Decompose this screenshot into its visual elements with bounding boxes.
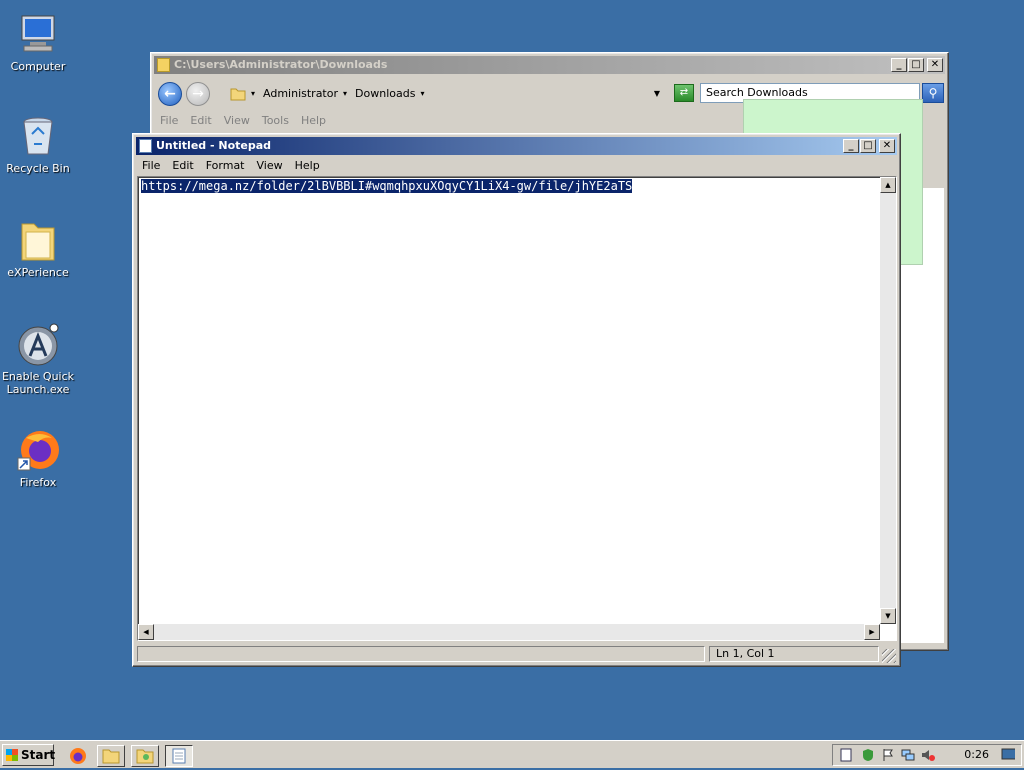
back-button[interactable]: ← [158,82,182,106]
desktop-icon-computer[interactable]: Computer [0,12,76,73]
desktop-icon-firefox[interactable]: Firefox [0,428,76,489]
scroll-left-button[interactable]: ◀ [138,624,154,640]
search-icon[interactable]: ⚲ [922,83,944,103]
volume-muted-icon[interactable] [921,748,935,762]
close-button[interactable]: ✕ [879,139,895,153]
notepad-title: Untitled - Notepad [156,139,272,152]
folder-icon [16,218,60,262]
menu-format[interactable]: Format [200,159,251,172]
address-dropdown-icon[interactable]: ▼ [654,89,660,98]
notepad-menubar: File Edit Format View Help [136,156,897,174]
resize-grip-icon[interactable] [882,649,896,663]
notepad-window[interactable]: Untitled - Notepad _ □ ✕ File Edit Forma… [132,133,901,667]
chevron-down-icon[interactable]: ▾ [251,89,255,98]
menu-file[interactable]: File [154,114,184,127]
maximize-button[interactable]: □ [908,58,924,72]
scroll-down-button[interactable]: ▼ [880,608,896,624]
scroll-right-button[interactable]: ▶ [864,624,880,640]
recycle-bin-icon [16,114,60,158]
notepad-text-area[interactable]: https://mega.nz/folder/2lBVBBLI#wqmqhpxu… [137,176,897,641]
notepad-statusbar: Ln 1, Col 1 [137,644,896,663]
desktop-icon-recycle-bin[interactable]: Recycle Bin [0,114,76,175]
folder-icon [157,58,170,72]
desktop-icon-label: Computer [10,60,66,73]
minimize-button[interactable]: _ [891,58,907,72]
taskbar: Start 0:26 [0,740,1024,768]
refresh-button[interactable]: ⇄ [674,84,694,102]
system-tray: 0:26 [832,744,1022,766]
clock[interactable]: 0:26 [964,748,989,761]
chevron-down-icon[interactable]: ▾ [420,89,424,98]
menu-file[interactable]: File [136,159,166,172]
folder-icon [230,88,246,100]
scroll-up-button[interactable]: ▲ [880,177,896,193]
action-center-icon[interactable] [839,748,853,762]
close-button[interactable]: ✕ [927,58,943,72]
status-empty [137,646,705,662]
taskbar-notepad-button[interactable] [165,745,193,767]
status-cursor-position: Ln 1, Col 1 [709,646,879,662]
menu-view[interactable]: View [218,114,256,127]
desktop-icon-label: Recycle Bin [6,162,70,175]
flag-icon[interactable] [881,748,895,762]
forward-button[interactable]: → [186,82,210,106]
notepad-icon [139,139,152,153]
taskbar-folder-button[interactable] [131,745,159,767]
desktop-icon-label: Enable Quick Launch.exe [1,370,75,396]
start-button[interactable]: Start [2,744,56,766]
vertical-scrollbar[interactable]: ▲ ▼ [880,177,896,624]
autoit-icon [16,322,60,366]
windows-logo-icon [6,749,18,761]
start-label: Start [21,748,56,762]
explorer-titlebar[interactable]: C:\Users\Administrator\Downloads _ □ ✕ [154,56,945,74]
desktop-icon-enable-quick-launch[interactable]: Enable Quick Launch.exe [0,322,76,396]
taskbar-firefox-icon[interactable] [64,745,92,767]
computer-icon [16,12,60,56]
address-bar[interactable]: ▾ Administrator ▾ Downloads ▾ ▼ [226,83,666,104]
network-icon[interactable] [901,748,915,762]
desktop-icon-label: Firefox [19,476,57,489]
firefox-icon [16,428,60,472]
breadcrumb-administrator[interactable]: Administrator [263,87,338,100]
notepad-titlebar[interactable]: Untitled - Notepad _ □ ✕ [136,137,897,155]
menu-view[interactable]: View [251,159,289,172]
selected-text[interactable]: https://mega.nz/folder/2lBVBBLI#wqmqhpxu… [141,179,633,193]
desktop-icon-label: eXPerience [7,266,69,279]
taskbar-explorer-button[interactable] [97,745,125,767]
minimize-button[interactable]: _ [843,139,859,153]
menu-help[interactable]: Help [295,114,332,127]
maximize-button[interactable]: □ [860,139,876,153]
menu-help[interactable]: Help [289,159,326,172]
chevron-down-icon[interactable]: ▾ [343,89,347,98]
desktop-icon-experience[interactable]: eXPerience [0,218,76,279]
menu-edit[interactable]: Edit [184,114,217,127]
horizontal-scrollbar[interactable]: ◀ ▶ [138,624,880,640]
menu-edit[interactable]: Edit [166,159,199,172]
show-desktop-icon[interactable] [1001,748,1015,762]
explorer-title: C:\Users\Administrator\Downloads [174,58,388,71]
menu-tools[interactable]: Tools [256,114,295,127]
security-icon[interactable] [861,748,875,762]
breadcrumb-downloads[interactable]: Downloads [355,87,415,100]
